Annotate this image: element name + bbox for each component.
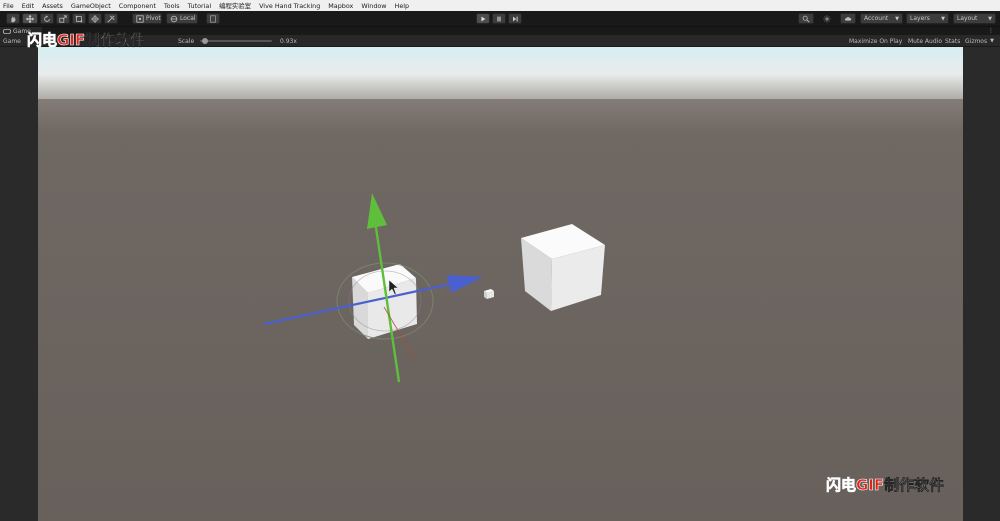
play-button[interactable] [476, 13, 490, 24]
menu-edit[interactable]: Edit [22, 2, 34, 10]
letterbox-right [963, 47, 1000, 521]
menu-mapbox[interactable]: Mapbox [328, 2, 353, 10]
display-dropdown[interactable]: Game [3, 37, 21, 45]
hand-icon [11, 16, 16, 22]
move-tool-button[interactable] [22, 13, 38, 24]
hand-tool-button[interactable] [6, 13, 20, 24]
play-icon [481, 16, 486, 21]
menu-component[interactable]: Component [119, 2, 156, 10]
grid-snap-button[interactable] [206, 13, 220, 24]
pause-icon [497, 16, 501, 21]
gizmos-dropdown[interactable]: Gizmos ▼ [965, 37, 994, 45]
menu-lab[interactable]: 编程实验室 [219, 1, 251, 10]
layers-dropdown[interactable]: Layers ▼ [906, 13, 949, 24]
search-icon [802, 15, 810, 23]
menu-gameobject[interactable]: GameObject [71, 2, 111, 10]
search-button[interactable] [798, 13, 814, 24]
scale-icon [59, 14, 67, 23]
more-icon[interactable]: ⋮ [988, 27, 994, 34]
account-dropdown[interactable]: Account ▼ [860, 13, 903, 24]
chevron-down-icon: ▼ [941, 15, 945, 22]
scene-render [38, 47, 963, 521]
menu-window[interactable]: Window [361, 2, 386, 10]
rotate-tool-button[interactable] [40, 13, 54, 24]
local-icon [170, 15, 178, 22]
layout-dropdown[interactable]: Layout ▼ [953, 13, 996, 24]
scale-tool-button[interactable] [56, 13, 70, 24]
pause-button[interactable] [492, 13, 506, 24]
menu-help[interactable]: Help [395, 2, 410, 10]
maximize-on-play-toggle[interactable]: Maximize On Play [849, 37, 902, 45]
move-icon [26, 14, 34, 23]
letterbox-left [0, 47, 38, 521]
tools-icon [107, 14, 115, 23]
menu-tools[interactable]: Tools [164, 2, 180, 10]
chevron-down-icon: ▼ [895, 15, 899, 22]
game-view-toolbar: Game Scale 0.93x Maximize On Play Mute A… [0, 35, 1000, 47]
cloud-icon [844, 16, 852, 21]
rect-tool-button[interactable] [72, 13, 86, 24]
ground-plane [38, 99, 963, 521]
custom-tool-button[interactable] [104, 13, 118, 24]
watermark-bottom: 闪电GIF制作软件 [826, 476, 945, 495]
chevron-down-icon: ▼ [988, 15, 992, 22]
gamepad-icon [3, 29, 11, 34]
layout-label: Layout [957, 15, 978, 22]
scale-slider[interactable] [200, 38, 272, 44]
settings-button[interactable] [820, 13, 834, 24]
menu-bar: File Edit Assets GameObject Component To… [0, 0, 1000, 11]
pivot-toggle[interactable]: Pivot [132, 13, 162, 24]
rotate-icon [44, 14, 50, 22]
menu-tutorial[interactable]: Tutorial [188, 2, 212, 10]
local-toggle[interactable]: Local [166, 13, 198, 24]
transform-icon [91, 14, 99, 23]
menu-file[interactable]: File [3, 2, 14, 10]
transform-tool-button[interactable] [88, 13, 102, 24]
local-label: Local [180, 15, 196, 22]
game-viewport[interactable] [38, 47, 963, 521]
step-button[interactable] [508, 13, 522, 24]
mute-audio-toggle[interactable]: Mute Audio [908, 37, 942, 45]
snap-icon [210, 14, 216, 23]
scale-slider-knob[interactable] [201, 38, 208, 44]
scale-label: Scale [178, 37, 195, 45]
stats-toggle[interactable]: Stats [945, 37, 960, 45]
pivot-label: Pivot [146, 15, 161, 22]
sky [38, 47, 963, 107]
watermark-top: 闪电GIF制作软件 [27, 31, 146, 50]
pivot-icon [136, 14, 144, 23]
chevron-down-icon: ▼ [990, 38, 994, 44]
display-label: Game [3, 37, 21, 45]
main-toolbar: Pivot Local Account ▼ Layers ▼ Layout ▼ [0, 11, 1000, 26]
tab-row: Game ⋮ [0, 26, 1000, 36]
step-icon [513, 16, 518, 21]
rect-icon [75, 15, 83, 22]
menu-assets[interactable]: Assets [42, 2, 63, 10]
scale-value: 0.93x [280, 37, 297, 45]
cloud-button[interactable] [840, 13, 856, 24]
sun-icon [823, 14, 831, 23]
account-label: Account [864, 15, 889, 22]
menu-vive-hand-tracking[interactable]: Vive Hand Tracking [259, 2, 320, 10]
layers-label: Layers [910, 15, 930, 22]
